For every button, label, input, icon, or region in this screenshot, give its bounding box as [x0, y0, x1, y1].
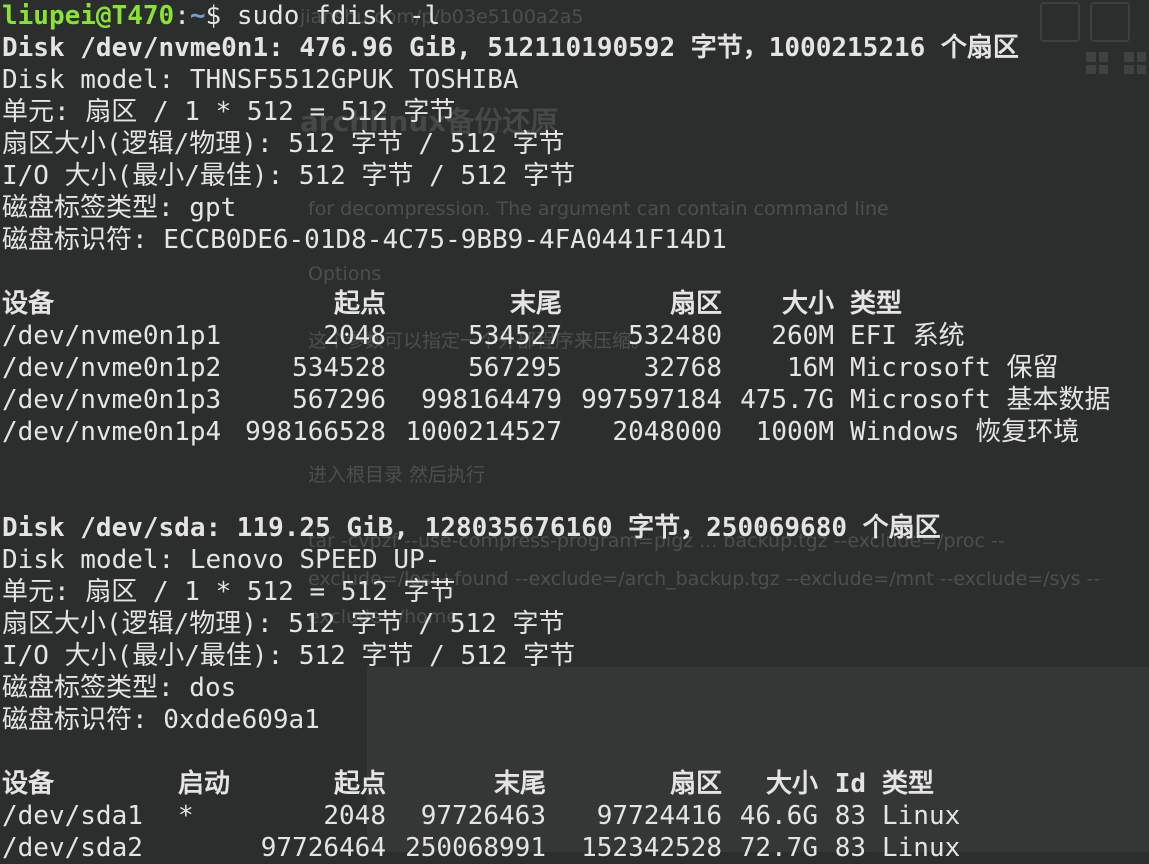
device-cell: /dev/nvme0n1p2 [2, 353, 222, 383]
column-header-end: 末尾 [493, 769, 546, 799]
table-row: /dev/sda2 97726464 250068991 152342528 7… [2, 832, 1149, 864]
disk-unit: 单元: 扇区 / 1 * 512 = 512 字节 [2, 97, 456, 127]
start-cell: 534528 [292, 353, 386, 383]
end-cell: 1000214527 [405, 417, 562, 447]
id-cell: 83 [834, 833, 866, 863]
partition-table-header: 设备 启动 起点 末尾 扇区 大小 Id 类型 [2, 768, 1149, 800]
type-cell: Microsoft 保留 [850, 353, 1059, 383]
column-header-end: 末尾 [509, 289, 562, 319]
sectors-cell: 2048000 [612, 417, 722, 447]
disk-model: Disk model: Lenovo SPEED UP- [2, 545, 441, 575]
column-header-start: 起点 [333, 769, 386, 799]
type-cell: EFI 系统 [850, 321, 965, 351]
device-cell: /dev/sda2 [2, 833, 143, 863]
column-header-sectors: 扇区 [669, 769, 722, 799]
table-row: /dev/nvme0n1p2 534528 567295 32768 16M M… [2, 352, 1149, 384]
start-cell: 567296 [292, 385, 386, 415]
disk-io-size: I/O 大小(最小/最佳): 512 字节 / 512 字节 [2, 641, 576, 671]
disk-sector-size: 扇区大小(逻辑/物理): 512 字节 / 512 字节 [2, 129, 565, 159]
disk-io-size: I/O 大小(最小/最佳): 512 字节 / 512 字节 [2, 161, 576, 191]
type-cell: Microsoft 基本数据 [850, 385, 1111, 415]
size-cell: 475.7G [740, 385, 834, 415]
type-cell: Linux [882, 833, 961, 863]
boot-cell [178, 832, 258, 864]
device-cell: /dev/nvme0n1p3 [2, 385, 222, 415]
column-header-boot: 启动 [178, 769, 231, 799]
size-cell: 46.6G [739, 801, 818, 831]
sectors-cell: 152342528 [581, 833, 722, 863]
disk-identifier: 磁盘标识符: 0xdde609a1 [2, 705, 320, 735]
start-cell: 2048 [323, 801, 386, 831]
disk-unit: 单元: 扇区 / 1 * 512 = 512 字节 [2, 577, 456, 607]
start-cell: 998166528 [245, 417, 386, 447]
prompt-line: liupei@T470:~$ sudo fdisk -l [2, 0, 1149, 32]
sectors-cell: 997597184 [581, 385, 722, 415]
end-cell: 97726463 [420, 801, 546, 831]
sectors-cell: 97724416 [596, 801, 722, 831]
column-header-device: 设备 [2, 289, 55, 319]
table-row: /dev/nvme0n1p4 998166528 1000214527 2048… [2, 416, 1149, 448]
table-row: /dev/nvme0n1p3 567296 998164479 99759718… [2, 384, 1149, 416]
table-row: /dev/nvme0n1p1 2048 534527 532480 260M E… [2, 320, 1149, 352]
disk-model: Disk model: THNSF5512GPUK TOSHIBA [2, 65, 519, 95]
column-header-size: 大小 [781, 289, 834, 319]
disk-label-type: 磁盘标签类型: gpt [2, 193, 237, 223]
column-header-type: 类型 [882, 769, 935, 799]
column-header-sectors: 扇区 [669, 289, 722, 319]
end-cell: 567295 [468, 353, 562, 383]
column-header-id: Id [834, 769, 866, 799]
disk-header: Disk /dev/nvme0n1: 476.96 GiB, 512110190… [2, 33, 1019, 63]
column-header-start: 起点 [333, 289, 386, 319]
end-cell: 250068991 [405, 833, 546, 863]
column-header-device: 设备 [2, 769, 55, 799]
partition-table-header: 设备 起点 末尾 扇区 大小 类型 [2, 288, 1149, 320]
sectors-cell: 32768 [643, 353, 722, 383]
prompt-user-host: liupei@T470 [2, 1, 175, 31]
prompt-symbol: $ [205, 1, 237, 31]
start-cell: 97726464 [260, 833, 386, 863]
device-cell: /dev/nvme0n1p4 [2, 417, 222, 447]
start-cell: 2048 [323, 321, 386, 351]
disk-label-type: 磁盘标签类型: dos [2, 673, 237, 703]
prompt-path: ~ [189, 1, 206, 31]
size-cell: 260M [771, 321, 834, 351]
size-cell: 16M [787, 353, 834, 383]
type-cell: Windows 恢复环境 [850, 417, 1080, 447]
device-cell: /dev/sda1 [2, 801, 143, 831]
size-cell: 1000M [755, 417, 834, 447]
disk-sector-size: 扇区大小(逻辑/物理): 512 字节 / 512 字节 [2, 609, 565, 639]
type-cell: Linux [882, 801, 961, 831]
sectors-cell: 532480 [628, 321, 722, 351]
prompt-command: sudo fdisk -l [236, 1, 441, 31]
size-cell: 72.7G [739, 833, 818, 863]
id-cell: 83 [834, 801, 866, 831]
disk-identifier: 磁盘标识符: ECCB0DE6-01D8-4C75-9BB9-4FA0441F1… [2, 225, 727, 255]
table-row: /dev/sda1 * 2048 97726463 97724416 46.6G… [2, 800, 1149, 832]
end-cell: 998164479 [421, 385, 562, 415]
column-header-size: 大小 [765, 769, 818, 799]
terminal-output: liupei@T470:~$ sudo fdisk -l Disk /dev/n… [2, 0, 1149, 864]
end-cell: 534527 [468, 321, 562, 351]
column-header-type: 类型 [850, 289, 903, 319]
boot-cell: * [178, 801, 194, 831]
disk-header: Disk /dev/sda: 119.25 GiB, 128035676160 … [2, 513, 941, 543]
prompt-separator: : [174, 1, 190, 31]
device-cell: /dev/nvme0n1p1 [2, 321, 222, 351]
